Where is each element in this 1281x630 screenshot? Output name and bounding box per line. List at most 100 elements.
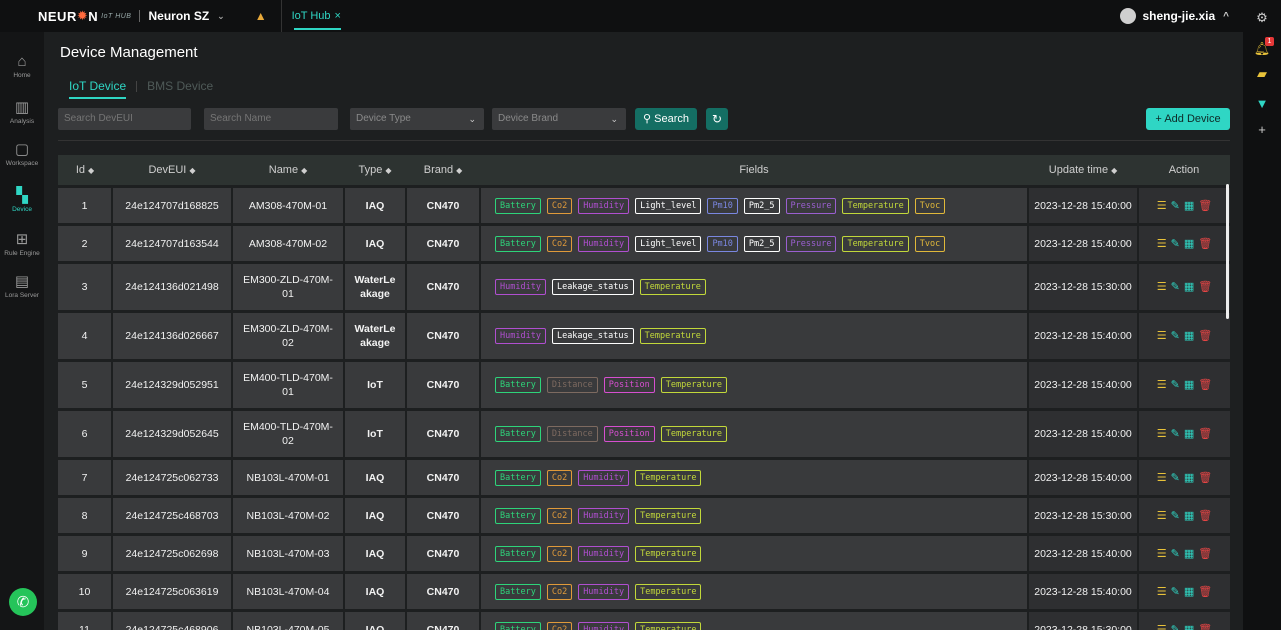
add-device-button[interactable]: + Add Device (1146, 108, 1230, 130)
shirt-icon[interactable]: ▼ (1243, 96, 1281, 111)
col-id[interactable]: Id ◆ (58, 155, 112, 185)
analysis-icon: ▥ (14, 99, 30, 116)
detail-icon[interactable]: ☰ (1157, 199, 1167, 213)
delete-icon[interactable]: 🗑︎ (1198, 585, 1212, 599)
tab-iot-device[interactable]: IoT Device (69, 79, 127, 99)
refresh-button[interactable]: ↻ (706, 108, 728, 130)
chart-icon[interactable]: ▦ (1184, 329, 1194, 343)
name-search-input[interactable] (204, 108, 338, 130)
table-row[interactable]: 6 24e124329d052645 EM400-TLD-470M-02 IoT CN4… (58, 411, 1230, 457)
settings-icon[interactable]: ⚙ (1243, 10, 1281, 26)
table-row[interactable]: 5 24e124329d052951 EM400-TLD-470M-01 IoT CN4… (58, 362, 1230, 408)
edit-icon[interactable]: ✎ (1171, 378, 1180, 392)
chart-icon[interactable]: ▦ (1184, 199, 1194, 213)
table-row[interactable]: 11 24e124725c468906 NB103L-470M-05 IAQ CN470… (58, 612, 1230, 630)
sidebar-item-rule-engine[interactable]: ⊞ Rule Engine (0, 232, 44, 258)
delete-icon[interactable]: 🗑︎ (1198, 471, 1212, 485)
detail-icon[interactable]: ☰ (1157, 280, 1167, 294)
detail-icon[interactable]: ☰ (1157, 623, 1167, 630)
edit-icon[interactable]: ✎ (1171, 623, 1180, 630)
table-scrollbar[interactable] (1226, 184, 1229, 319)
bell-icon[interactable]: 🔔︎ 1 (1243, 37, 1281, 57)
edit-icon[interactable]: ✎ (1171, 509, 1180, 523)
chart-icon[interactable]: ▦ (1184, 509, 1194, 523)
device-type-select[interactable]: Device Type ⌄ (350, 108, 484, 130)
tab-bms-device[interactable]: BMS Device (147, 79, 213, 99)
table-row[interactable]: 3 24e124136d021498 EM300-ZLD-470M-01 WaterL… (58, 264, 1230, 310)
chart-icon[interactable]: ▦ (1184, 280, 1194, 294)
detail-icon[interactable]: ☰ (1157, 547, 1167, 561)
table-row[interactable]: 8 24e124725c468703 NB103L-470M-02 IAQ CN470 B… (58, 498, 1230, 533)
edit-icon[interactable]: ✎ (1171, 471, 1180, 485)
plus-icon[interactable]: + (1243, 122, 1281, 137)
delete-icon[interactable]: 🗑︎ (1198, 547, 1212, 561)
detail-icon[interactable]: ☰ (1157, 329, 1167, 343)
user-menu[interactable]: sheng-jie.xia ^ (1120, 0, 1229, 32)
tab-iot-hub[interactable]: IoT Hub × (280, 0, 351, 32)
sidebar-item-analysis[interactable]: ▥ Analysis (0, 100, 44, 126)
neuron-logo[interactable]: NEUR ✹ N IoT HUB (38, 8, 131, 24)
edit-icon[interactable]: ✎ (1171, 427, 1180, 441)
sidebar-item-device[interactable]: ▚ Device (0, 188, 44, 214)
col-brand[interactable]: Brand ◆ (406, 155, 480, 185)
fields-cell: Battery Distance Position Temperature (481, 362, 1027, 408)
action-cell: ☰ ✎ ▦ 🗑︎ (1139, 574, 1230, 609)
deveui-cell: 24e124329d052951 (113, 362, 231, 408)
edit-icon[interactable]: ✎ (1171, 199, 1180, 213)
chart-icon[interactable]: ▦ (1184, 585, 1194, 599)
chart-icon[interactable]: ▦ (1184, 427, 1194, 441)
table-row[interactable]: 9 24e124725c062698 NB103L-470M-03 IAQ CN470 B… (58, 536, 1230, 571)
chart-icon[interactable]: ▦ (1184, 547, 1194, 561)
delete-icon[interactable]: 🗑︎ (1198, 378, 1212, 392)
org-selector[interactable]: Neuron SZ ⌄ (148, 9, 224, 23)
table-row[interactable]: 1 24e124707d168825 AM308-470M-01 IAQ CN470 Ba… (58, 188, 1230, 223)
col-name[interactable]: Name ◆ (232, 155, 344, 185)
detail-icon[interactable]: ☰ (1157, 585, 1167, 599)
edit-icon[interactable]: ✎ (1171, 280, 1180, 294)
detail-icon[interactable]: ☰ (1157, 471, 1167, 485)
deveui-search-input[interactable] (58, 108, 191, 130)
delete-icon[interactable]: 🗑︎ (1198, 237, 1212, 251)
col-type[interactable]: Type ◆ (344, 155, 406, 185)
detail-icon[interactable]: ☰ (1157, 509, 1167, 523)
search-button[interactable]: ⚲ Search (635, 108, 697, 130)
sidebar-item-lora-server[interactable]: ▤ Lora Server (0, 274, 44, 300)
detail-icon[interactable]: ☰ (1157, 427, 1167, 441)
sort-icon: ◆ (456, 166, 463, 175)
delete-icon[interactable]: 🗑︎ (1198, 199, 1212, 213)
edit-icon[interactable]: ✎ (1171, 237, 1180, 251)
table-row[interactable]: 10 24e124725c063619 NB103L-470M-04 IAQ CN470… (58, 574, 1230, 609)
device-brand-select[interactable]: Device Brand ⌄ (492, 108, 626, 130)
detail-icon[interactable]: ☰ (1157, 378, 1167, 392)
delete-icon[interactable]: 🗑︎ (1198, 280, 1212, 294)
col-deveui[interactable]: DevEUI ◆ (112, 155, 232, 185)
ticket-icon[interactable]: ▰ (1243, 66, 1281, 82)
delete-icon[interactable]: 🗑︎ (1198, 329, 1212, 343)
chart-icon[interactable]: ▦ (1184, 237, 1194, 251)
brand-cell: CN470 (407, 264, 479, 310)
whatsapp-icon[interactable]: ✆ (9, 588, 37, 616)
home-tab-icon[interactable]: ▲ (255, 9, 267, 23)
chart-icon[interactable]: ▦ (1184, 471, 1194, 485)
close-icon[interactable]: × (335, 10, 341, 22)
type-cell: IAQ (345, 536, 405, 571)
delete-icon[interactable]: 🗑︎ (1198, 509, 1212, 523)
detail-icon[interactable]: ☰ (1157, 237, 1167, 251)
table-row[interactable]: 7 24e124725c062733 NB103L-470M-01 IAQ CN470 B… (58, 460, 1230, 495)
delete-icon[interactable]: 🗑︎ (1198, 427, 1212, 441)
search-icon: ⚲ (643, 113, 652, 125)
chart-icon[interactable]: ▦ (1184, 623, 1194, 630)
edit-icon[interactable]: ✎ (1171, 329, 1180, 343)
edit-icon[interactable]: ✎ (1171, 547, 1180, 561)
sidebar-item-workspace[interactable]: ▢ Workspace (0, 142, 44, 168)
col-update-time[interactable]: Update time ◆ (1028, 155, 1138, 185)
field-tag: Co2 (546, 235, 573, 252)
sidebar-item-home[interactable]: ⌂ Home (0, 54, 44, 80)
table-row[interactable]: 4 24e124136d026667 EM300-ZLD-470M-02 WaterL… (58, 313, 1230, 359)
delete-icon[interactable]: 🗑︎ (1198, 623, 1212, 630)
field-tag: Pm10 (707, 197, 738, 214)
deveui-cell: 24e124725c062698 (113, 536, 231, 571)
edit-icon[interactable]: ✎ (1171, 585, 1180, 599)
table-row[interactable]: 2 24e124707d163544 AM308-470M-02 IAQ CN470 Ba… (58, 226, 1230, 261)
chart-icon[interactable]: ▦ (1184, 378, 1194, 392)
